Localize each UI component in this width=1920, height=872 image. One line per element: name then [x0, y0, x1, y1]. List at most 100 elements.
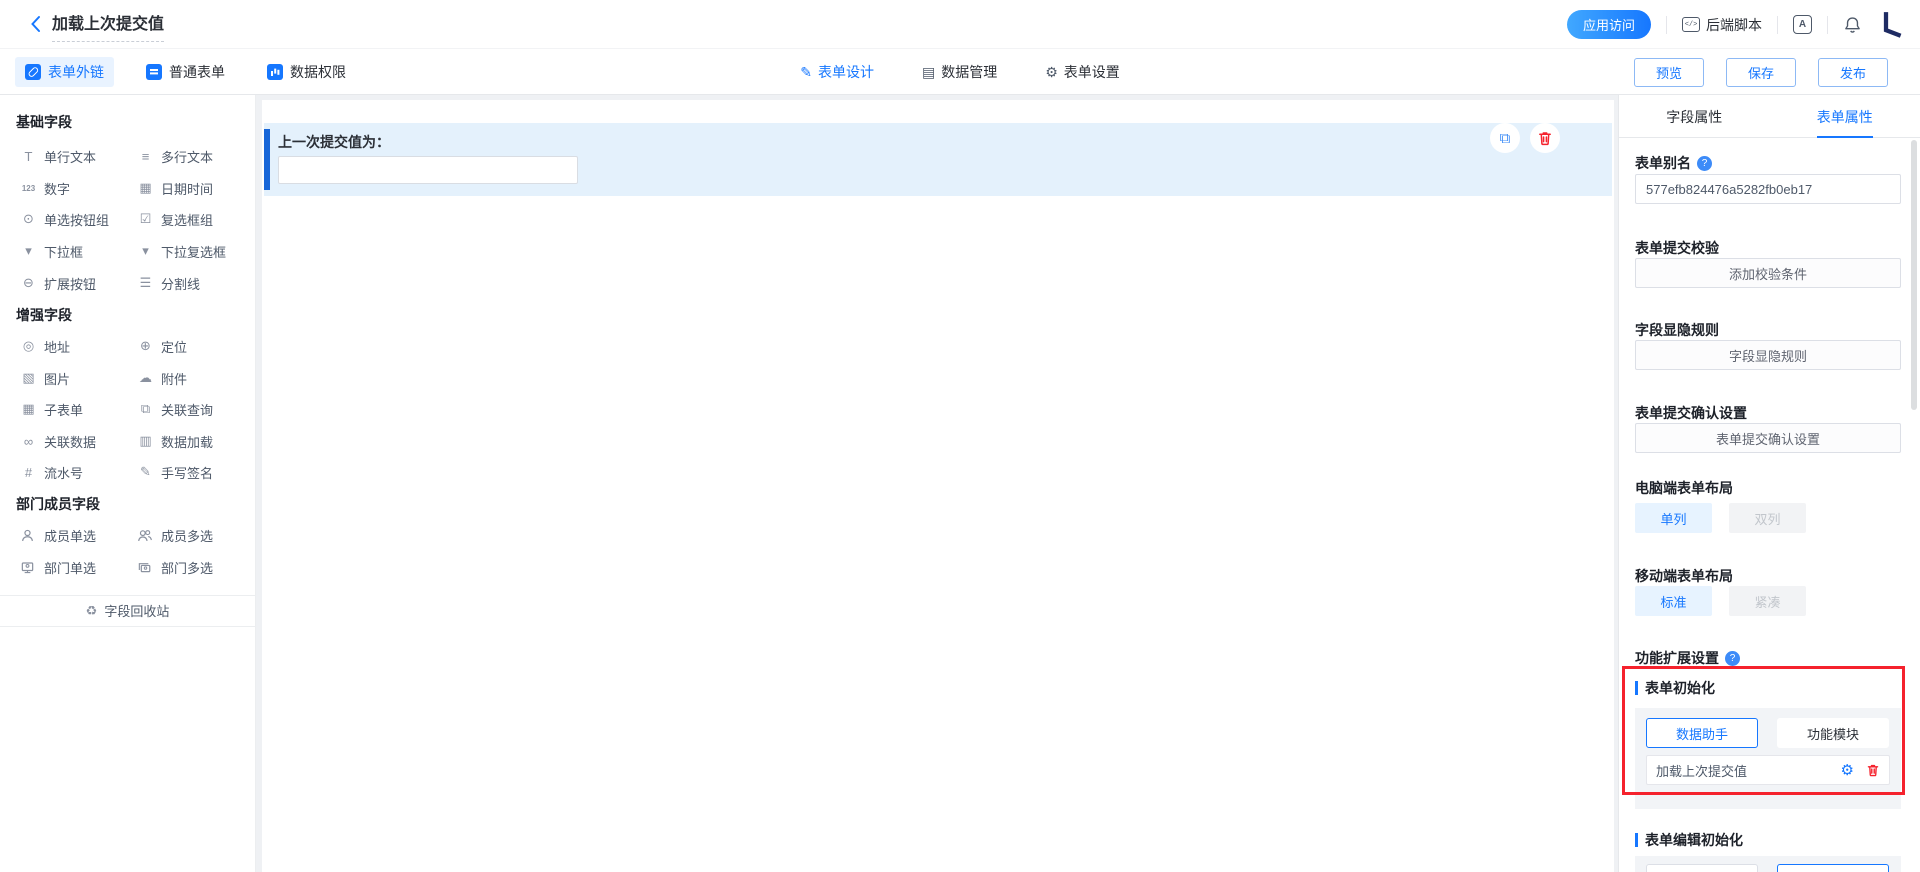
edit-init-left-tab[interactable] [1646, 864, 1758, 872]
pc-layout-single-option[interactable]: 单列 [1635, 503, 1712, 533]
location-pin-icon: ◎ [20, 338, 37, 354]
field-item-address[interactable]: ◎ 地址 [20, 336, 70, 356]
save-button[interactable]: 保存 [1726, 58, 1796, 87]
field-recycle-bin-label: 字段回收站 [104, 601, 169, 620]
field-visibility-label: 字段显隐规则 [1635, 320, 1719, 340]
form-alias-input[interactable] [1635, 174, 1901, 204]
form-edit-init-title: 表单编辑初始化 [1635, 830, 1743, 850]
divider [0, 595, 255, 596]
field-item-image[interactable]: ▧ 图片 [20, 368, 70, 388]
form-design-icon: ✎ [800, 64, 812, 81]
copy-field-button[interactable]: ⧉ [1490, 123, 1520, 153]
field-item-datetime[interactable]: ▦ 日期时间 [137, 178, 213, 198]
app-access-button[interactable]: 应用访问 [1567, 10, 1651, 39]
mobile-layout-standard-option[interactable]: 标准 [1635, 586, 1712, 616]
data-loading-icon: ▥ [137, 433, 154, 449]
copy-icon: ⧉ [1500, 131, 1511, 146]
calendar-icon: ▦ [137, 180, 154, 196]
field-label: 上一次提交值为： [278, 132, 390, 152]
field-item-signature[interactable]: ✎ 手写签名 [137, 462, 213, 482]
field-item-linked-data[interactable]: ∞ 关联数据 [20, 431, 96, 451]
department-icon [20, 560, 37, 575]
section-enhanced-fields: 增强字段 [16, 305, 72, 325]
init-item-row[interactable]: 加载上次提交值 ⚙ [1646, 755, 1890, 785]
field-item-subform[interactable]: ▦ 子表单 [20, 399, 83, 419]
help-icon[interactable]: ? [1697, 156, 1712, 171]
edit-init-right-tab[interactable] [1777, 864, 1889, 872]
linked-query-icon: ⧉ [137, 401, 154, 417]
serial-number-icon: # [20, 465, 37, 480]
form-toolbar: 表单外链 普通表单 数据权限 ✎ 表单设计 ▤ 数据管理 ⚙ 表单设置 预览 保… [0, 49, 1920, 95]
tab-field-properties[interactable]: 字段属性 [1619, 95, 1770, 137]
field-item-serial-number[interactable]: # 流水号 [20, 462, 83, 482]
number-icon: 123 [20, 184, 37, 193]
field-item-radio-group[interactable]: ⊙ 单选按钮组 [20, 209, 109, 229]
field-item-multi-select[interactable]: ▾ 下拉复选框 [137, 241, 226, 261]
field-item-select[interactable]: ▾ 下拉框 [20, 241, 83, 261]
cloud-upload-icon: ☁ [137, 370, 154, 386]
form-init-panel: 数据助手 功能模块 加载上次提交值 ⚙ [1635, 708, 1901, 809]
submit-confirm-button[interactable]: 表单提交确认设置 [1635, 423, 1901, 453]
field-recycle-bin[interactable]: ♻ 字段回收站 [0, 601, 255, 620]
gear-icon[interactable]: ⚙ [1841, 763, 1854, 778]
field-item-dept-multi[interactable]: 部门多选 [137, 557, 213, 577]
field-item-member-single[interactable]: 成员单选 [20, 525, 96, 545]
divider [1777, 16, 1778, 34]
divider [1827, 16, 1828, 34]
data-management-icon: ▤ [922, 64, 935, 81]
mobile-layout-label: 移动端表单布局 [1635, 566, 1733, 586]
single-line-text-icon: T [20, 149, 37, 164]
field-item-data-loading[interactable]: ▥ 数据加载 [137, 431, 213, 451]
dropdown-multi-icon: ▾ [137, 243, 154, 259]
field-item-member-multi[interactable]: 成员多选 [137, 525, 213, 545]
tab-form-design[interactable]: ✎ 表单设计 [800, 62, 874, 82]
field-item-checkbox-group[interactable]: ☑ 复选框组 [137, 209, 213, 229]
linked-data-icon: ∞ [20, 434, 37, 449]
checkbox-icon: ☑ [137, 211, 154, 227]
delete-field-button[interactable] [1530, 123, 1560, 153]
field-item-dept-single[interactable]: 部门单选 [20, 557, 96, 577]
back-button[interactable] [24, 13, 46, 35]
field-item-number[interactable]: 123 数字 [20, 178, 70, 198]
bell-icon[interactable] [1843, 15, 1862, 35]
field-text-input[interactable] [278, 156, 578, 184]
data-assistant-tab[interactable]: 数据助手 [1646, 718, 1758, 748]
help-icon[interactable]: ? [1725, 651, 1740, 666]
preview-button[interactable]: 预览 [1634, 58, 1704, 87]
field-item-attachment[interactable]: ☁ 附件 [137, 368, 187, 388]
tab-form-settings[interactable]: ⚙ 表单设置 [1045, 62, 1120, 82]
publish-button[interactable]: 发布 [1818, 58, 1888, 87]
tab-form-properties[interactable]: 表单属性 [1770, 95, 1920, 137]
form-edit-init-panel [1635, 856, 1901, 872]
add-validation-button[interactable]: 添加校验条件 [1635, 258, 1901, 288]
form-alias-label: 表单别名 ? [1635, 153, 1712, 173]
tab-data-management[interactable]: ▤ 数据管理 [922, 62, 997, 82]
dropdown-icon: ▾ [20, 243, 37, 259]
page-title[interactable]: 加载上次提交值 [52, 10, 164, 42]
mobile-layout-compact-option[interactable]: 紧凑 [1729, 586, 1806, 616]
backend-script-button[interactable]: </> 后端脚本 [1682, 15, 1762, 35]
field-item-extend-button[interactable]: ⊖ 扩展按钮 [20, 273, 96, 293]
selected-field-block[interactable]: 上一次提交值为： ⧉ [264, 123, 1612, 196]
field-item-single-line-text[interactable]: T 单行文本 [20, 146, 96, 166]
trash-icon[interactable] [1866, 763, 1880, 777]
field-item-multi-line-text[interactable]: ≡ 多行文本 [137, 146, 213, 166]
pen-icon: ✎ [137, 464, 154, 480]
field-palette-sidebar: 基础字段 T 单行文本 ≡ 多行文本 123 数字 ▦ 日期时间 ⊙ 单选按钮组… [0, 95, 256, 872]
field-item-geolocation[interactable]: ⊕ 定位 [137, 336, 187, 356]
submit-validation-label: 表单提交校验 [1635, 238, 1719, 258]
function-module-tab[interactable]: 功能模块 [1777, 718, 1889, 748]
field-visibility-button[interactable]: 字段显隐规则 [1635, 340, 1901, 370]
panel-scrollbar[interactable] [1911, 140, 1917, 410]
form-card[interactable]: 上一次提交值为： ⧉ [262, 100, 1614, 872]
divider-line-icon: ☰ [137, 275, 154, 291]
form-settings-icon: ⚙ [1045, 64, 1058, 81]
field-item-divider-line[interactable]: ☰ 分割线 [137, 273, 200, 293]
address-book-icon[interactable]: A [1793, 15, 1812, 34]
pc-layout-double-option[interactable]: 双列 [1729, 503, 1806, 533]
person-icon [20, 528, 37, 543]
tab-form-properties-label: 表单属性 [1817, 107, 1873, 138]
field-item-linked-query[interactable]: ⧉ 关联查询 [137, 399, 213, 419]
crosshair-icon: ⊕ [137, 338, 154, 354]
topbar: 加载上次提交值 应用访问 </> 后端脚本 A [0, 0, 1920, 49]
